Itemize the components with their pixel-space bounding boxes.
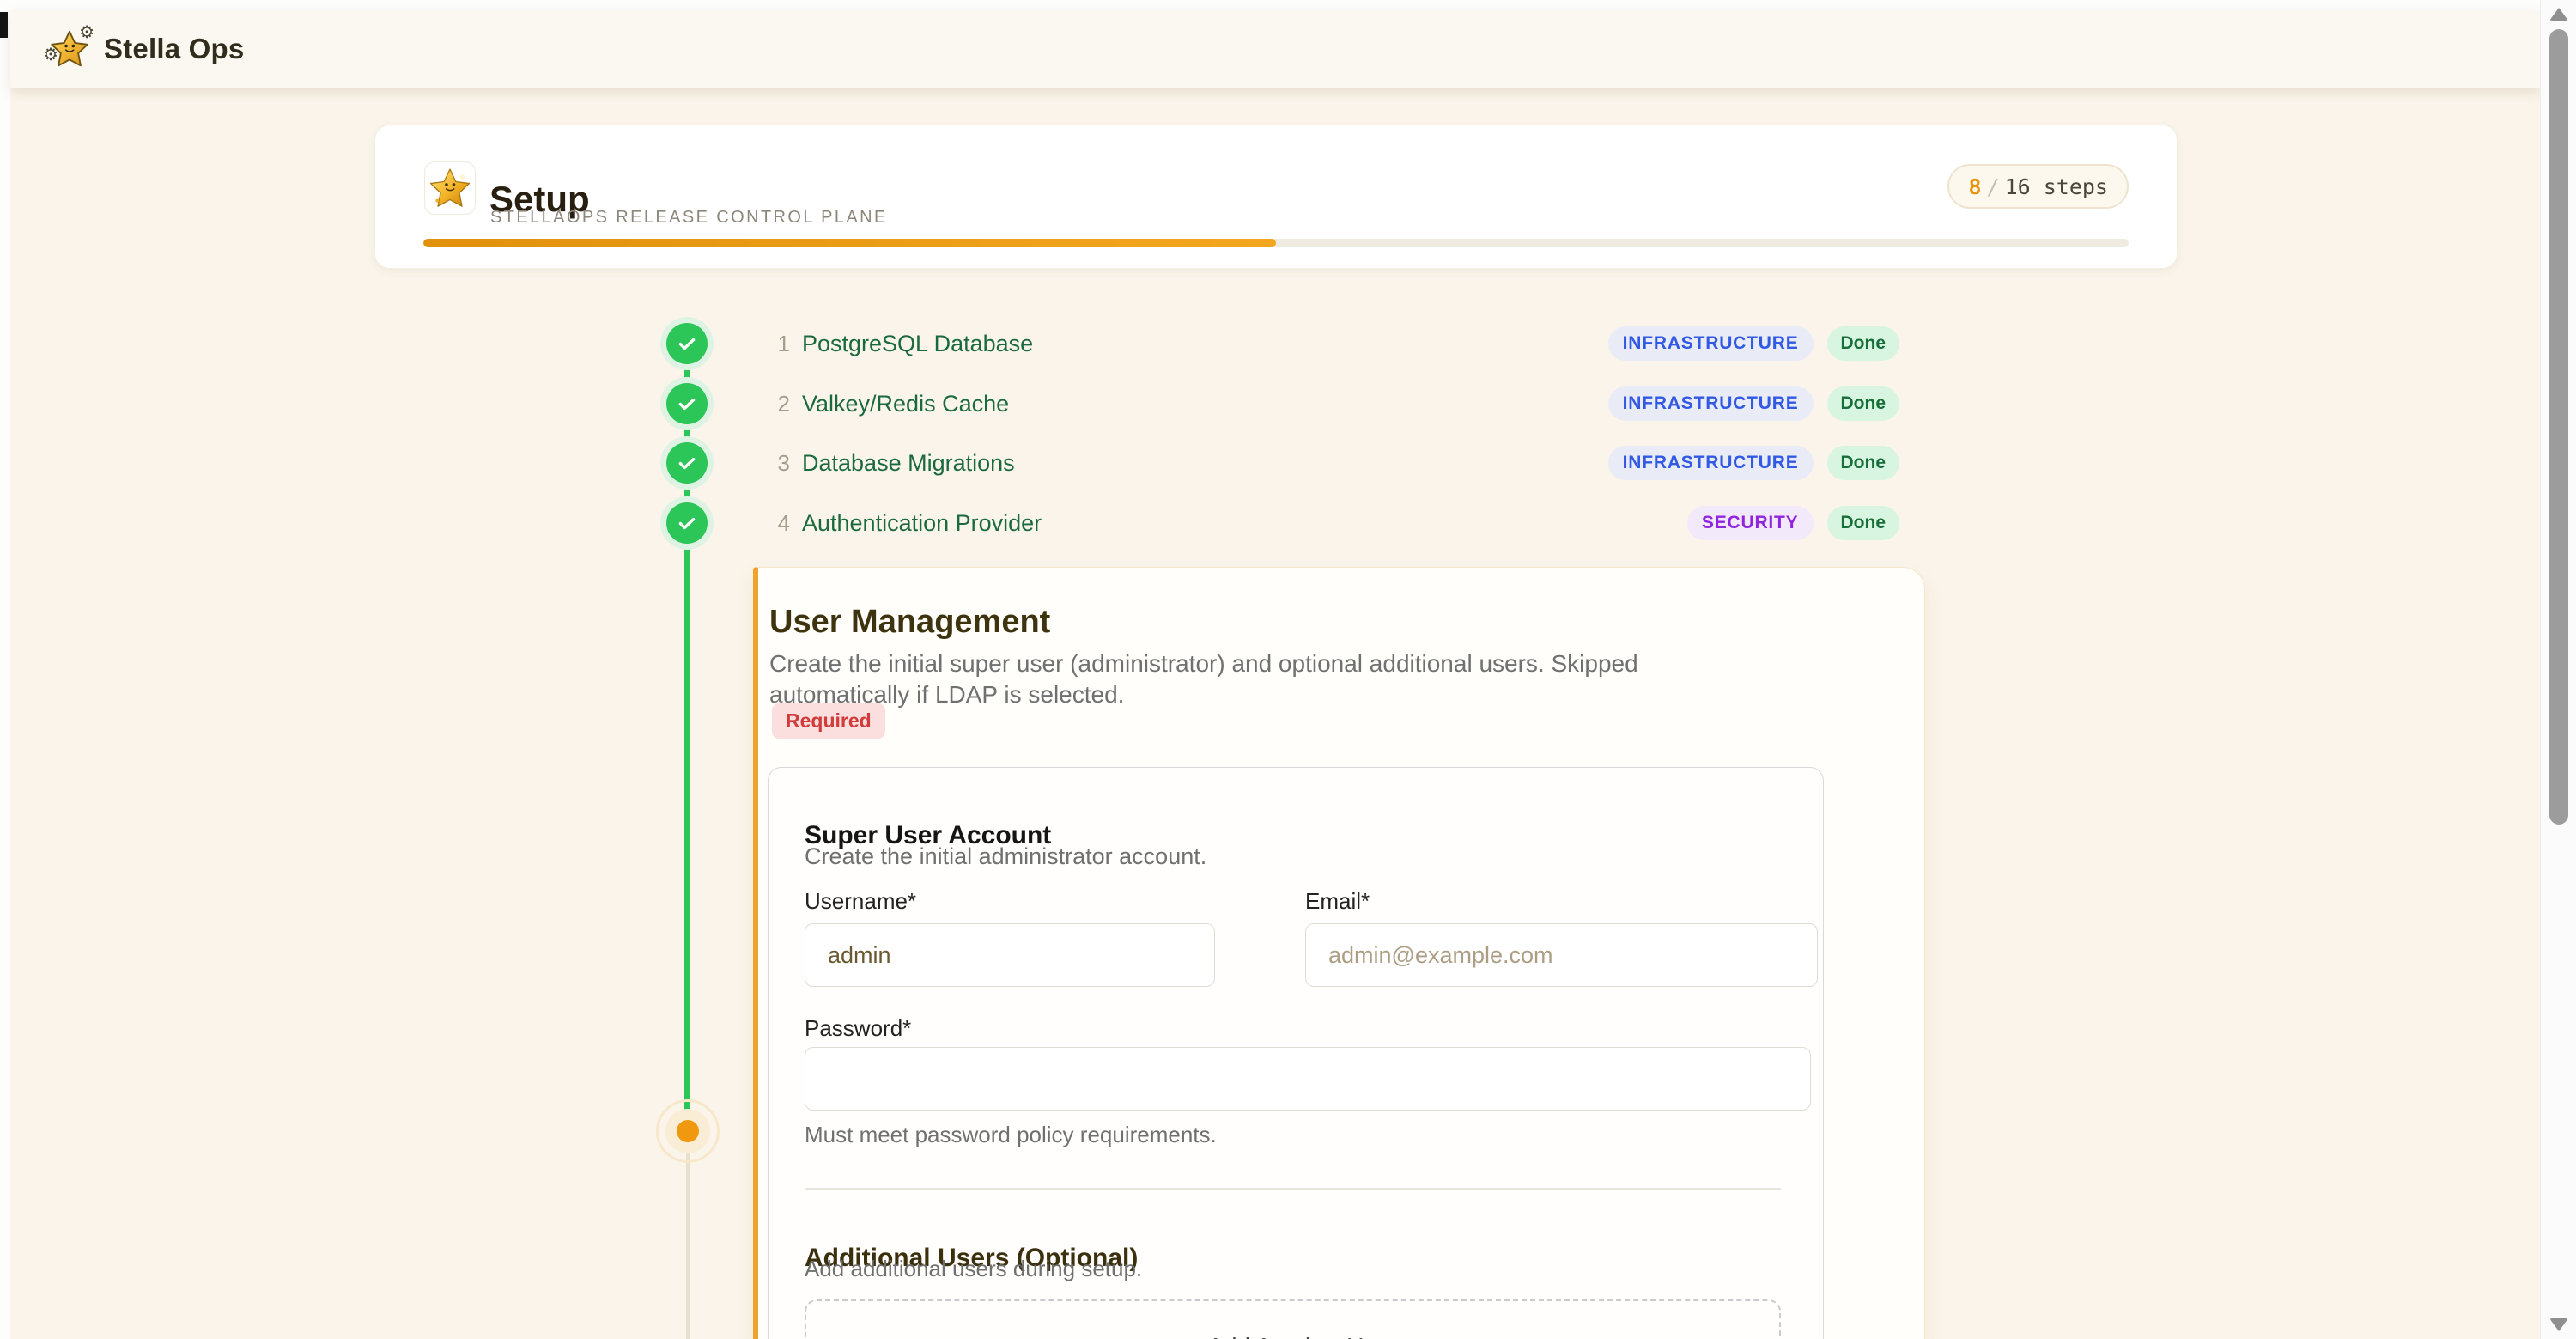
steps-done-count: 8 [1968,174,1981,199]
add-another-user-label: + Add Another User [1188,1333,1398,1339]
gear-icon: ⚙ [79,24,94,41]
active-step-dot-icon [677,1120,699,1142]
password-hint: Must meet password policy requirements. [805,1122,1217,1148]
step-title: Valkey/Redis Cache [802,391,1009,417]
step-complete-check-icon [666,323,708,364]
setup-card: Setup STELLAOPS RELEASE CONTROL PLANE 8 … [374,125,2178,269]
step-number: 3 [771,450,790,477]
panel-description: Create the initial super user (administr… [769,648,1770,710]
setup-subtitle: STELLAOPS RELEASE CONTROL PLANE [490,208,888,228]
setup-progress-bar [423,239,2129,247]
password-label: Password* [805,1015,911,1042]
step-complete-check-icon [666,383,708,424]
gear-icon: ⚙ [43,46,58,64]
window-edge-artifact [0,12,8,38]
super-user-subtitle: Create the initial administrator account… [805,843,1206,870]
email-label: Email* [1305,888,1370,915]
step-row-valkey-redis[interactable]: 2 Valkey/Redis Cache INFRASTRUCTURE Done [771,381,1899,426]
username-field[interactable] [805,923,1215,987]
category-badge: SECURITY [1687,506,1814,540]
vertical-scrollbar[interactable] [2540,0,2576,1339]
timeline-line-upcoming [686,1153,690,1339]
email-field[interactable] [1305,923,1818,987]
step-row-auth-provider[interactable]: 4 Authentication Provider SECURITY Done [771,501,1899,545]
required-badge: Required [772,703,885,739]
add-another-user-button[interactable]: + Add Another User [805,1299,1781,1339]
user-management-panel: User Management Create the initial super… [753,567,1925,1339]
category-badge: INFRASTRUCTURE [1608,386,1814,421]
status-badge: Done [1827,386,1900,421]
star-mascot-icon: ⚙ ⚙ [48,27,91,70]
password-field[interactable] [805,1047,1811,1111]
username-label: Username* [805,888,916,915]
panel-title: User Management [769,604,1050,641]
status-badge: Done [1827,506,1900,540]
brand-home-link[interactable]: ⚙ ⚙ Stella Ops [48,27,244,70]
scroll-down-arrow-icon[interactable] [2549,1318,2568,1331]
step-title: Authentication Provider [802,510,1042,537]
steps-separator: / [1987,174,2000,199]
steps-total-label: 16 steps [2005,174,2108,199]
super-user-card: Super User Account Create the initial ad… [768,767,1824,1339]
step-title: Database Migrations [802,450,1015,477]
progress-fill [423,239,1276,247]
status-badge: Done [1827,326,1900,361]
section-divider [805,1188,1781,1190]
step-number: 2 [771,391,790,417]
step-row-postgresql[interactable]: 1 PostgreSQL Database INFRASTRUCTURE Don… [771,321,1899,366]
setup-star-logo-icon [424,161,476,215]
step-number: 1 [771,331,790,357]
steps-progress-badge: 8 / 16 steps [1947,164,2129,209]
category-badge: INFRASTRUCTURE [1608,446,1814,480]
step-row-db-migrations[interactable]: 3 Database Migrations INFRASTRUCTURE Don… [771,441,1899,485]
step-number: 4 [771,510,790,537]
additional-users-subtitle: Add additional users during setup. [805,1256,1142,1282]
step-complete-check-icon [666,502,708,544]
scrollbar-thumb[interactable] [2549,29,2568,825]
brand-name: Stella Ops [104,33,244,65]
status-badge: Done [1827,446,1900,480]
step-complete-check-icon [666,442,708,484]
category-badge: INFRASTRUCTURE [1608,326,1814,361]
step-title: PostgreSQL Database [802,331,1033,357]
app-header: ⚙ ⚙ Stella Ops [10,10,2540,88]
scroll-up-arrow-icon[interactable] [2549,8,2568,21]
app-window: ⚙ ⚙ Stella Ops Setup STELLAOPS RELEASE C… [0,0,2576,1339]
